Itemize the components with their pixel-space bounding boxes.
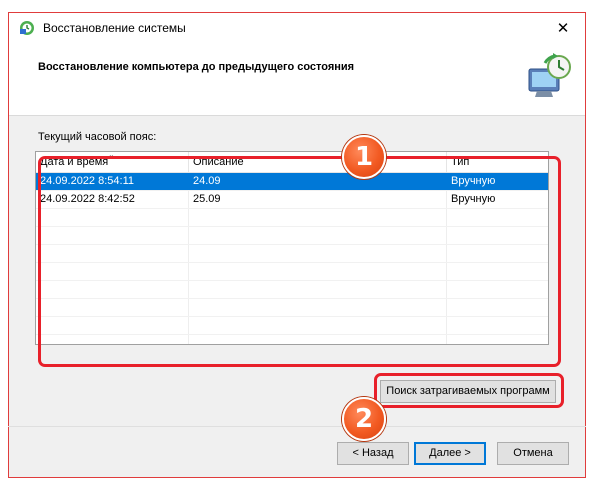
table-row[interactable]: 24.09.2022 8:42:52 25.09 Вручную	[36, 191, 548, 209]
back-button[interactable]: < Назад	[337, 442, 409, 465]
title-bar: Восстановление системы ✕	[9, 13, 585, 43]
system-restore-large-icon	[528, 53, 571, 97]
close-button[interactable]: ✕	[541, 13, 585, 43]
page-heading: Восстановление компьютера до предыдущего…	[38, 61, 355, 73]
empty-row	[36, 263, 548, 281]
cell-type: Вручную	[451, 193, 496, 205]
empty-row	[36, 299, 548, 317]
table-header: ⌄ Дата и время Описание Тип	[36, 152, 548, 173]
close-icon: ✕	[556, 20, 570, 37]
table-row[interactable]: 24.09.2022 8:54:11 24.09 Вручную	[36, 173, 548, 191]
wizard-header: Восстановление компьютера до предыдущего…	[9, 43, 585, 116]
empty-row	[36, 227, 548, 245]
cell-type: Вручную	[451, 175, 496, 187]
step-badge-1: 1	[342, 135, 386, 179]
cell-description: 24.09	[189, 173, 447, 190]
cell-description: 25.09	[189, 191, 447, 208]
empty-row	[36, 335, 548, 344]
cell-date: 24.09.2022 8:54:11	[36, 173, 189, 190]
scan-affected-programs-button[interactable]: Поиск затрагиваемых программ	[380, 380, 556, 403]
column-header-date[interactable]: ⌄ Дата и время	[36, 152, 189, 172]
empty-row	[36, 317, 548, 335]
sort-arrow-icon: ⌄	[108, 151, 115, 159]
cancel-button[interactable]: Отмена	[497, 442, 569, 465]
restore-points-table[interactable]: ⌄ Дата и время Описание Тип 24.09.2022 8…	[35, 151, 549, 345]
system-restore-icon	[20, 21, 34, 35]
next-button[interactable]: Далее >	[414, 442, 486, 465]
cell-date: 24.09.2022 8:42:52	[36, 191, 189, 208]
footer-divider	[8, 426, 586, 427]
empty-row	[36, 209, 548, 227]
column-header-description[interactable]: Описание	[189, 152, 447, 172]
table-body: 24.09.2022 8:54:11 24.09 Вручную 24.09.2…	[36, 173, 548, 344]
empty-row	[36, 245, 548, 263]
step-badge-2: 2	[342, 397, 386, 441]
column-header-type[interactable]: Тип	[447, 152, 548, 172]
empty-row	[36, 281, 548, 299]
window-title: Восстановление системы	[43, 21, 186, 35]
timezone-label: Текущий часовой пояс:	[38, 131, 157, 143]
